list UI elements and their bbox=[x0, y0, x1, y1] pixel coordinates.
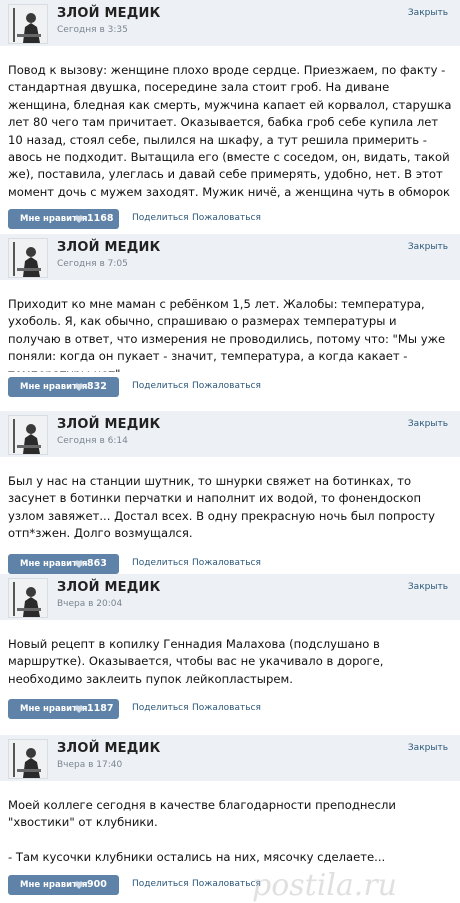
like-count: 1187 bbox=[87, 703, 114, 714]
heart-icon bbox=[74, 705, 84, 713]
like-count: 832 bbox=[87, 381, 107, 392]
post-author[interactable]: ЗЛОЙ МЕДИК bbox=[57, 6, 160, 21]
avatar-icon bbox=[9, 579, 47, 617]
post-header: ЗЛОЙ МЕДИК Вчера в 20:04 Закрыть bbox=[0, 574, 460, 620]
close-link[interactable]: Закрыть bbox=[408, 582, 448, 592]
share-link[interactable]: Поделиться bbox=[132, 879, 189, 889]
post-text: Моей коллеге сегодня в качестве благодар… bbox=[8, 798, 396, 865]
post-author[interactable]: ЗЛОЙ МЕДИК bbox=[57, 580, 160, 595]
avatar-icon bbox=[9, 416, 47, 454]
like-button[interactable]: Мне нравится 900 bbox=[8, 875, 119, 895]
post-time[interactable]: Сегодня в 6:14 bbox=[57, 436, 128, 446]
post-text: Был у нас на станции шутник, то шнурки с… bbox=[8, 474, 435, 541]
like-button[interactable]: Мне нравится 863 bbox=[8, 554, 119, 574]
complain-link[interactable]: Пожаловаться bbox=[192, 558, 261, 568]
post-header: ЗЛОЙ МЕДИК Сегодня в 6:14 Закрыть bbox=[0, 411, 460, 457]
complain-link[interactable]: Пожаловаться bbox=[192, 213, 261, 223]
complain-link[interactable]: Пожаловаться bbox=[192, 703, 261, 713]
post-actions: Мне нравится 863 Поделиться Пожаловаться bbox=[8, 554, 452, 574]
close-link[interactable]: Закрыть bbox=[408, 419, 448, 429]
heart-icon bbox=[74, 215, 84, 223]
avatar-icon bbox=[9, 5, 47, 43]
post-header: ЗЛОЙ МЕДИК Вчера в 17:40 Закрыть bbox=[0, 735, 460, 781]
like-count: 863 bbox=[87, 558, 107, 569]
post-text: Повод к вызову: женщине плохо вроде серд… bbox=[8, 63, 452, 199]
heart-icon bbox=[74, 881, 84, 889]
heart-icon bbox=[74, 383, 84, 391]
complain-link[interactable]: Пожаловаться bbox=[192, 879, 261, 889]
post-text: Приходит ко мне маман с ребёнком 1,5 лет… bbox=[8, 297, 446, 372]
post-author[interactable]: ЗЛОЙ МЕДИК bbox=[57, 741, 160, 756]
post-author[interactable]: ЗЛОЙ МЕДИК bbox=[57, 240, 160, 255]
post-actions: Мне нравится 1168 Поделиться Пожаловатьс… bbox=[8, 209, 452, 229]
post-time[interactable]: Сегодня в 3:35 bbox=[57, 25, 128, 35]
avatar[interactable] bbox=[8, 4, 48, 44]
avatar[interactable] bbox=[8, 578, 48, 618]
avatar-icon bbox=[9, 239, 47, 277]
post-actions: Мне нравится 832 Поделиться Пожаловаться bbox=[8, 377, 452, 397]
post-header: ЗЛОЙ МЕДИК Сегодня в 7:05 Закрыть bbox=[0, 234, 460, 280]
close-link[interactable]: Закрыть bbox=[408, 242, 448, 252]
like-count: 900 bbox=[87, 879, 107, 890]
close-link[interactable]: Закрыть bbox=[408, 743, 448, 753]
post-author[interactable]: ЗЛОЙ МЕДИК bbox=[57, 417, 160, 432]
like-button[interactable]: Мне нравится 1187 bbox=[8, 699, 119, 719]
complain-link[interactable]: Пожаловаться bbox=[192, 381, 261, 391]
close-link[interactable]: Закрыть bbox=[408, 8, 448, 18]
share-link[interactable]: Поделиться bbox=[132, 381, 189, 391]
post-header: ЗЛОЙ МЕДИК Сегодня в 3:35 Закрыть bbox=[0, 0, 460, 46]
post-time[interactable]: Вчера в 17:40 bbox=[57, 760, 122, 770]
share-link[interactable]: Поделиться bbox=[132, 213, 189, 223]
watermark: postila.ru bbox=[252, 868, 397, 903]
heart-icon bbox=[74, 560, 84, 568]
avatar-icon bbox=[9, 740, 47, 778]
like-button[interactable]: Мне нравится 832 bbox=[8, 377, 119, 397]
avatar[interactable] bbox=[8, 238, 48, 278]
post-actions: Мне нравится 1187 Поделиться Пожаловатьс… bbox=[8, 699, 452, 719]
post-time[interactable]: Сегодня в 7:05 bbox=[57, 259, 128, 269]
like-button[interactable]: Мне нравится 1168 bbox=[8, 209, 119, 229]
share-link[interactable]: Поделиться bbox=[132, 558, 189, 568]
avatar[interactable] bbox=[8, 415, 48, 455]
share-link[interactable]: Поделиться bbox=[132, 703, 189, 713]
post-time[interactable]: Вчера в 20:04 bbox=[57, 599, 122, 609]
like-count: 1168 bbox=[87, 213, 114, 224]
post-text: Новый рецепт в копилку Геннадия Малахова… bbox=[8, 637, 384, 686]
avatar[interactable] bbox=[8, 739, 48, 779]
